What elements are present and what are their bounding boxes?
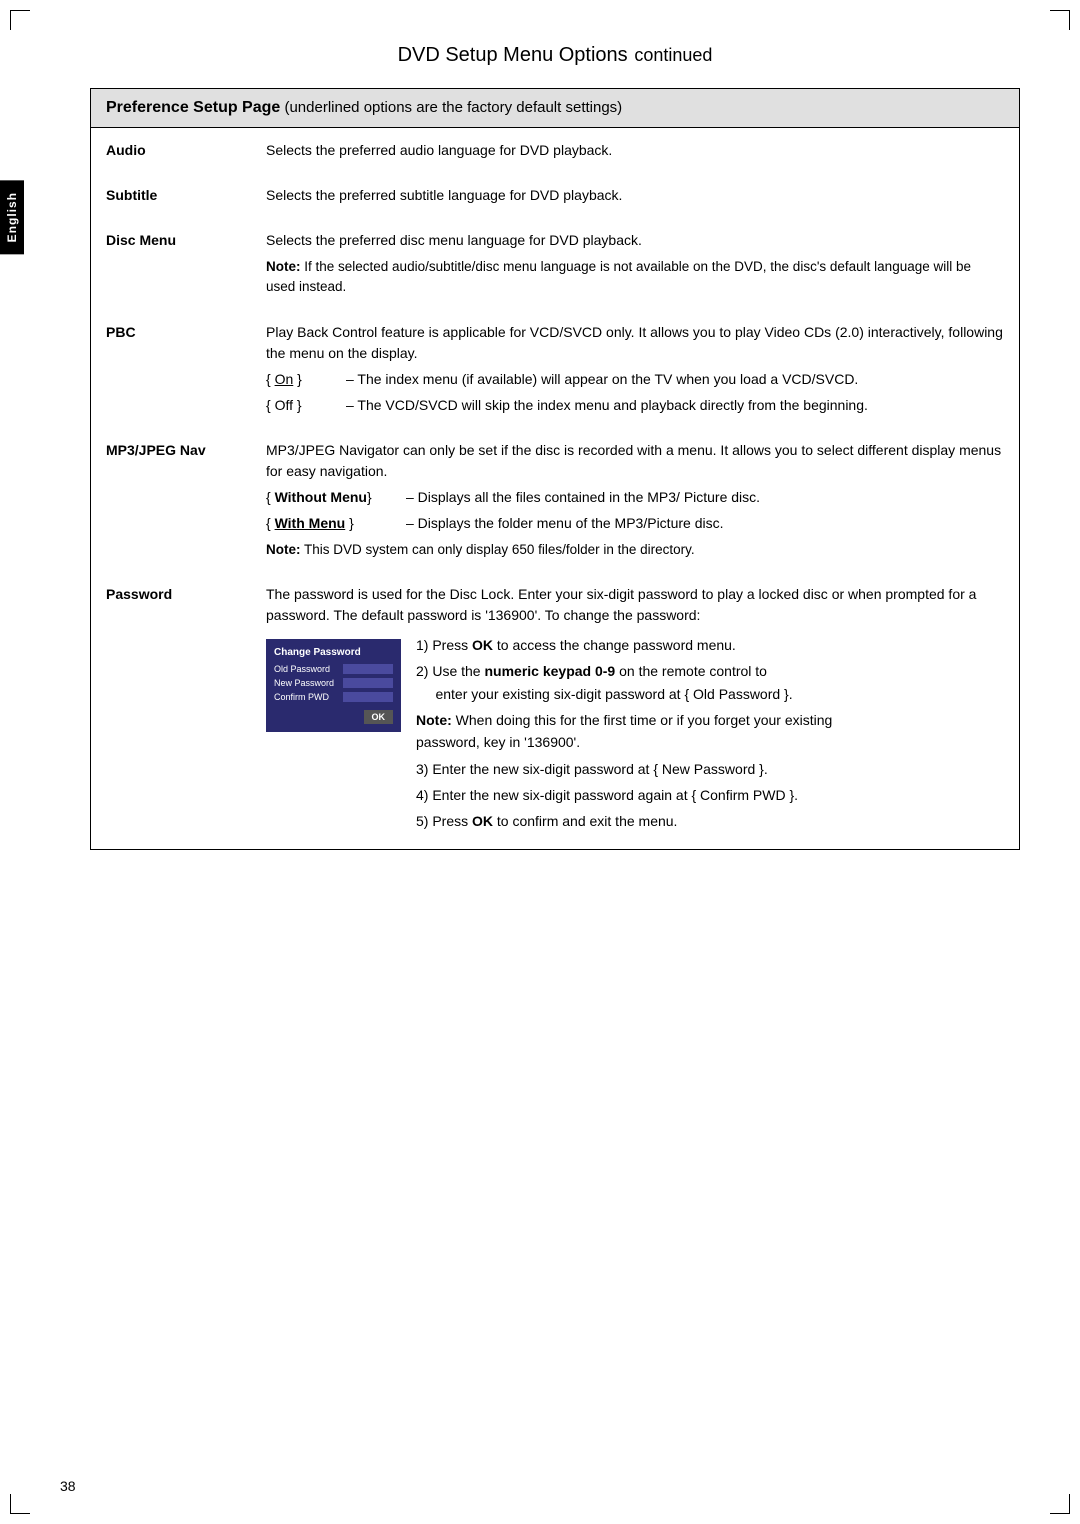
password-step-3: 3) Enter the new six-digit password at {… (416, 758, 832, 780)
password-step-2: 2) Use the numeric keypad 0-9 on the rem… (416, 660, 832, 705)
password-main-desc: The password is used for the Disc Lock. … (266, 584, 1004, 626)
password-label: Password (106, 584, 266, 602)
disc-menu-desc: Selects the preferred disc menu language… (266, 230, 1004, 298)
new-password-input[interactable] (343, 678, 393, 688)
pbc-desc: Play Back Control feature is applicable … (266, 322, 1004, 416)
change-pwd-title: Change Password (274, 647, 393, 658)
password-steps: 1) Press OK to access the change passwor… (416, 634, 832, 837)
password-left: Change Password Old Password New Passwor… (266, 634, 1004, 837)
password-content: The password is used for the Disc Lock. … (266, 584, 1004, 837)
subtitle-row: Subtitle Selects the preferred subtitle … (106, 173, 1004, 218)
pbc-option-off: { Off } – The VCD/SVCD will skip the ind… (266, 395, 1004, 416)
corner-mark-tl (10, 10, 30, 30)
pbc-label: PBC (106, 322, 266, 340)
page-title: DVD Setup Menu Options continued (90, 40, 1020, 68)
pbc-option-on: { On } – The index menu (if available) w… (266, 369, 1004, 390)
mp3-without-key: { Without Menu} (266, 487, 406, 508)
mp3-note: Note: This DVD system can only display 6… (266, 540, 1004, 560)
disc-menu-label: Disc Menu (106, 230, 266, 248)
mp3-with-desc: – Displays the folder menu of the MP3/Pi… (406, 513, 1004, 534)
pbc-off-desc: – The VCD/SVCD will skip the index menu … (346, 395, 1004, 416)
preference-header: Preference Setup Page (underlined option… (91, 89, 1019, 128)
mp3-without-desc: – Displays all the files contained in th… (406, 487, 1004, 508)
subtitle-label: Subtitle (106, 185, 266, 203)
corner-mark-tr (1050, 10, 1070, 30)
new-password-label: New Password (274, 678, 339, 688)
page-number: 38 (60, 1478, 76, 1494)
change-pwd-ok-button[interactable]: OK (364, 710, 394, 724)
audio-desc: Selects the preferred audio language for… (266, 140, 1004, 161)
title-main: DVD Setup Menu Options (398, 44, 628, 66)
password-step-1: 1) Press OK to access the change passwor… (416, 634, 832, 656)
language-label: English (0, 180, 24, 254)
corner-mark-br (1050, 1494, 1070, 1514)
audio-label: Audio (106, 140, 266, 158)
mp3jpeg-row: MP3/JPEG Nav MP3/JPEG Navigator can only… (106, 428, 1004, 572)
password-step-2-note: Note: When doing this for the first time… (416, 709, 832, 754)
pbc-off-key: { Off } (266, 395, 346, 416)
old-password-field: Old Password (274, 664, 393, 674)
disc-menu-row: Disc Menu Selects the preferred disc men… (106, 218, 1004, 310)
subtitle-desc: Selects the preferred subtitle language … (266, 185, 1004, 206)
preference-header-label: Preference Setup Page (106, 99, 280, 116)
old-password-input[interactable] (343, 664, 393, 674)
mp3-with-menu: { With Menu } – Displays the folder menu… (266, 513, 1004, 534)
confirm-pwd-field: Confirm PWD (274, 692, 393, 702)
title-suffix: continued (634, 45, 712, 65)
pbc-on-desc: – The index menu (if available) will app… (346, 369, 1004, 390)
password-step-5: 5) Press OK to confirm and exit the menu… (416, 810, 832, 832)
preference-header-note: (underlined options are the factory defa… (284, 99, 622, 116)
confirm-pwd-input[interactable] (343, 692, 393, 702)
pbc-row: PBC Play Back Control feature is applica… (106, 310, 1004, 428)
confirm-pwd-label: Confirm PWD (274, 692, 339, 702)
pbc-on-key: { On } (266, 369, 346, 390)
corner-mark-bl (10, 1494, 30, 1514)
audio-row: Audio Selects the preferred audio langua… (106, 128, 1004, 173)
old-password-label: Old Password (274, 664, 339, 674)
content-area: Audio Selects the preferred audio langua… (91, 128, 1019, 849)
mp3jpeg-desc: MP3/JPEG Navigator can only be set if th… (266, 440, 1004, 560)
disc-menu-note: Note: If the selected audio/subtitle/dis… (266, 257, 1004, 298)
password-row: Password The password is used for the Di… (106, 572, 1004, 849)
mp3-without-menu: { Without Menu} – Displays all the files… (266, 487, 1004, 508)
mp3-with-key: { With Menu } (266, 513, 406, 534)
new-password-field: New Password (274, 678, 393, 688)
mp3jpeg-label: MP3/JPEG Nav (106, 440, 266, 458)
password-step-4: 4) Enter the new six-digit password agai… (416, 784, 832, 806)
page-container: English DVD Setup Menu Options continued… (0, 0, 1080, 1524)
main-content-box: Preference Setup Page (underlined option… (90, 88, 1020, 850)
change-password-dialog: Change Password Old Password New Passwor… (266, 639, 401, 732)
